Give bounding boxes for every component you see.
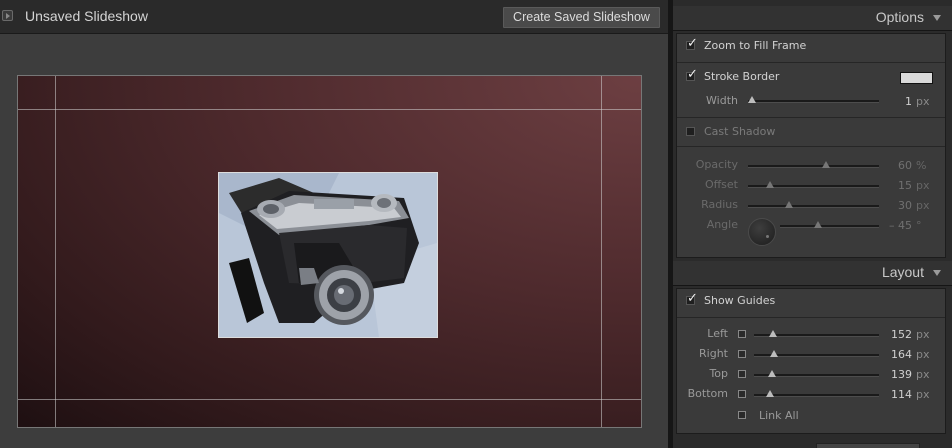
shadow-radius-slider[interactable] xyxy=(748,201,879,208)
guide-left-slider[interactable] xyxy=(754,330,879,337)
guide-right-value[interactable]: 164 xyxy=(872,348,912,361)
shadow-offset-value[interactable]: 15 xyxy=(872,179,912,192)
slider-thumb[interactable] xyxy=(814,221,822,228)
camera-photo-image xyxy=(219,173,437,337)
collection-expand-icon[interactable] xyxy=(2,10,13,21)
shadow-angle-dial[interactable] xyxy=(748,218,776,246)
stroke-color-swatch[interactable] xyxy=(900,72,933,84)
layout-group xyxy=(676,288,946,434)
stroke-width-value[interactable]: 1 xyxy=(872,95,912,108)
layout-panel-title: Layout xyxy=(881,264,924,280)
shadow-offset-unit: px xyxy=(916,179,930,192)
guide-right-unit: px xyxy=(916,348,930,361)
options-panel-header[interactable]: Options xyxy=(673,6,952,31)
separator xyxy=(677,62,945,63)
slide-photo[interactable] xyxy=(218,172,438,338)
shadow-offset-label: Offset xyxy=(704,178,738,191)
shadow-opacity-label: Opacity xyxy=(695,158,738,171)
guide-left-unit: px xyxy=(916,328,930,341)
separator xyxy=(677,146,945,147)
shadow-opacity-value[interactable]: 60 xyxy=(872,159,912,172)
next-panel-edge xyxy=(816,443,920,448)
guide-left-value[interactable]: 152 xyxy=(872,328,912,341)
angle-dial-indicator xyxy=(766,235,769,238)
slider-thumb[interactable] xyxy=(769,330,777,337)
show-guides-label: Show Guides xyxy=(704,294,776,307)
guide-bottom-slider[interactable] xyxy=(754,390,879,397)
show-guides-checkbox[interactable] xyxy=(686,291,698,306)
shadow-radius-label: Radius xyxy=(701,198,738,211)
create-saved-slideshow-button[interactable]: Create Saved Slideshow xyxy=(503,7,660,28)
guide-right-link-checkbox[interactable] xyxy=(738,350,746,358)
guide-bottom-link-checkbox[interactable] xyxy=(738,390,746,398)
guide-left-link-checkbox[interactable] xyxy=(738,330,746,338)
guide-bottom-unit: px xyxy=(916,388,930,401)
shadow-radius-unit: px xyxy=(916,199,930,212)
guide-top-link-checkbox[interactable] xyxy=(738,370,746,378)
guide-right-slider[interactable] xyxy=(754,350,879,357)
options-panel-title: Options xyxy=(875,9,924,25)
collapse-triangle-icon[interactable] xyxy=(933,270,941,276)
zoom-to-fill-checkbox[interactable] xyxy=(686,36,698,51)
separator xyxy=(677,317,945,318)
shadow-opacity-unit: % xyxy=(916,159,927,172)
layout-panel-header[interactable]: Layout xyxy=(673,261,952,286)
guide-top-label: Top xyxy=(709,367,728,380)
slider-thumb[interactable] xyxy=(748,96,756,103)
slider-thumb[interactable] xyxy=(822,161,830,168)
shadow-angle-value[interactable]: – 45 xyxy=(872,219,912,232)
shadow-radius-value[interactable]: 30 xyxy=(872,199,912,212)
guide-top[interactable] xyxy=(18,109,641,110)
slider-thumb[interactable] xyxy=(770,350,778,357)
shadow-angle-label: Angle xyxy=(706,218,738,231)
slider-thumb[interactable] xyxy=(766,390,774,397)
guide-top-value[interactable]: 139 xyxy=(872,368,912,381)
guide-top-slider[interactable] xyxy=(754,370,879,377)
guide-bottom-label: Bottom xyxy=(687,387,728,400)
stroke-width-slider[interactable] xyxy=(748,96,879,103)
stroke-width-unit: px xyxy=(916,95,930,108)
stroke-border-label: Stroke Border xyxy=(704,70,780,83)
slider-thumb[interactable] xyxy=(785,201,793,208)
collapse-triangle-icon[interactable] xyxy=(933,15,941,21)
guide-right[interactable] xyxy=(601,76,602,427)
guide-right-label: Right xyxy=(699,347,728,360)
guide-left[interactable] xyxy=(55,76,56,427)
slideshow-title: Unsaved Slideshow xyxy=(25,8,148,24)
guide-bottom[interactable] xyxy=(18,399,641,400)
stroke-width-label: Width xyxy=(706,94,738,107)
guide-bottom-value[interactable]: 114 xyxy=(872,388,912,401)
zoom-to-fill-label: Zoom to Fill Frame xyxy=(704,39,807,52)
cast-shadow-label: Cast Shadow xyxy=(704,125,776,138)
shadow-offset-slider[interactable] xyxy=(748,181,879,188)
shadow-angle-slider[interactable] xyxy=(780,221,879,228)
link-all-label: Link All xyxy=(759,409,799,422)
separator xyxy=(677,117,945,118)
slider-thumb[interactable] xyxy=(768,370,776,377)
slider-thumb[interactable] xyxy=(766,181,774,188)
shadow-opacity-slider[interactable] xyxy=(748,161,879,168)
shadow-angle-unit: ° xyxy=(916,219,922,232)
link-all-checkbox[interactable] xyxy=(738,411,746,419)
cast-shadow-checkbox[interactable] xyxy=(686,127,695,136)
guide-left-label: Left xyxy=(707,327,728,340)
stroke-border-checkbox[interactable] xyxy=(686,67,698,82)
guide-top-unit: px xyxy=(916,368,930,381)
